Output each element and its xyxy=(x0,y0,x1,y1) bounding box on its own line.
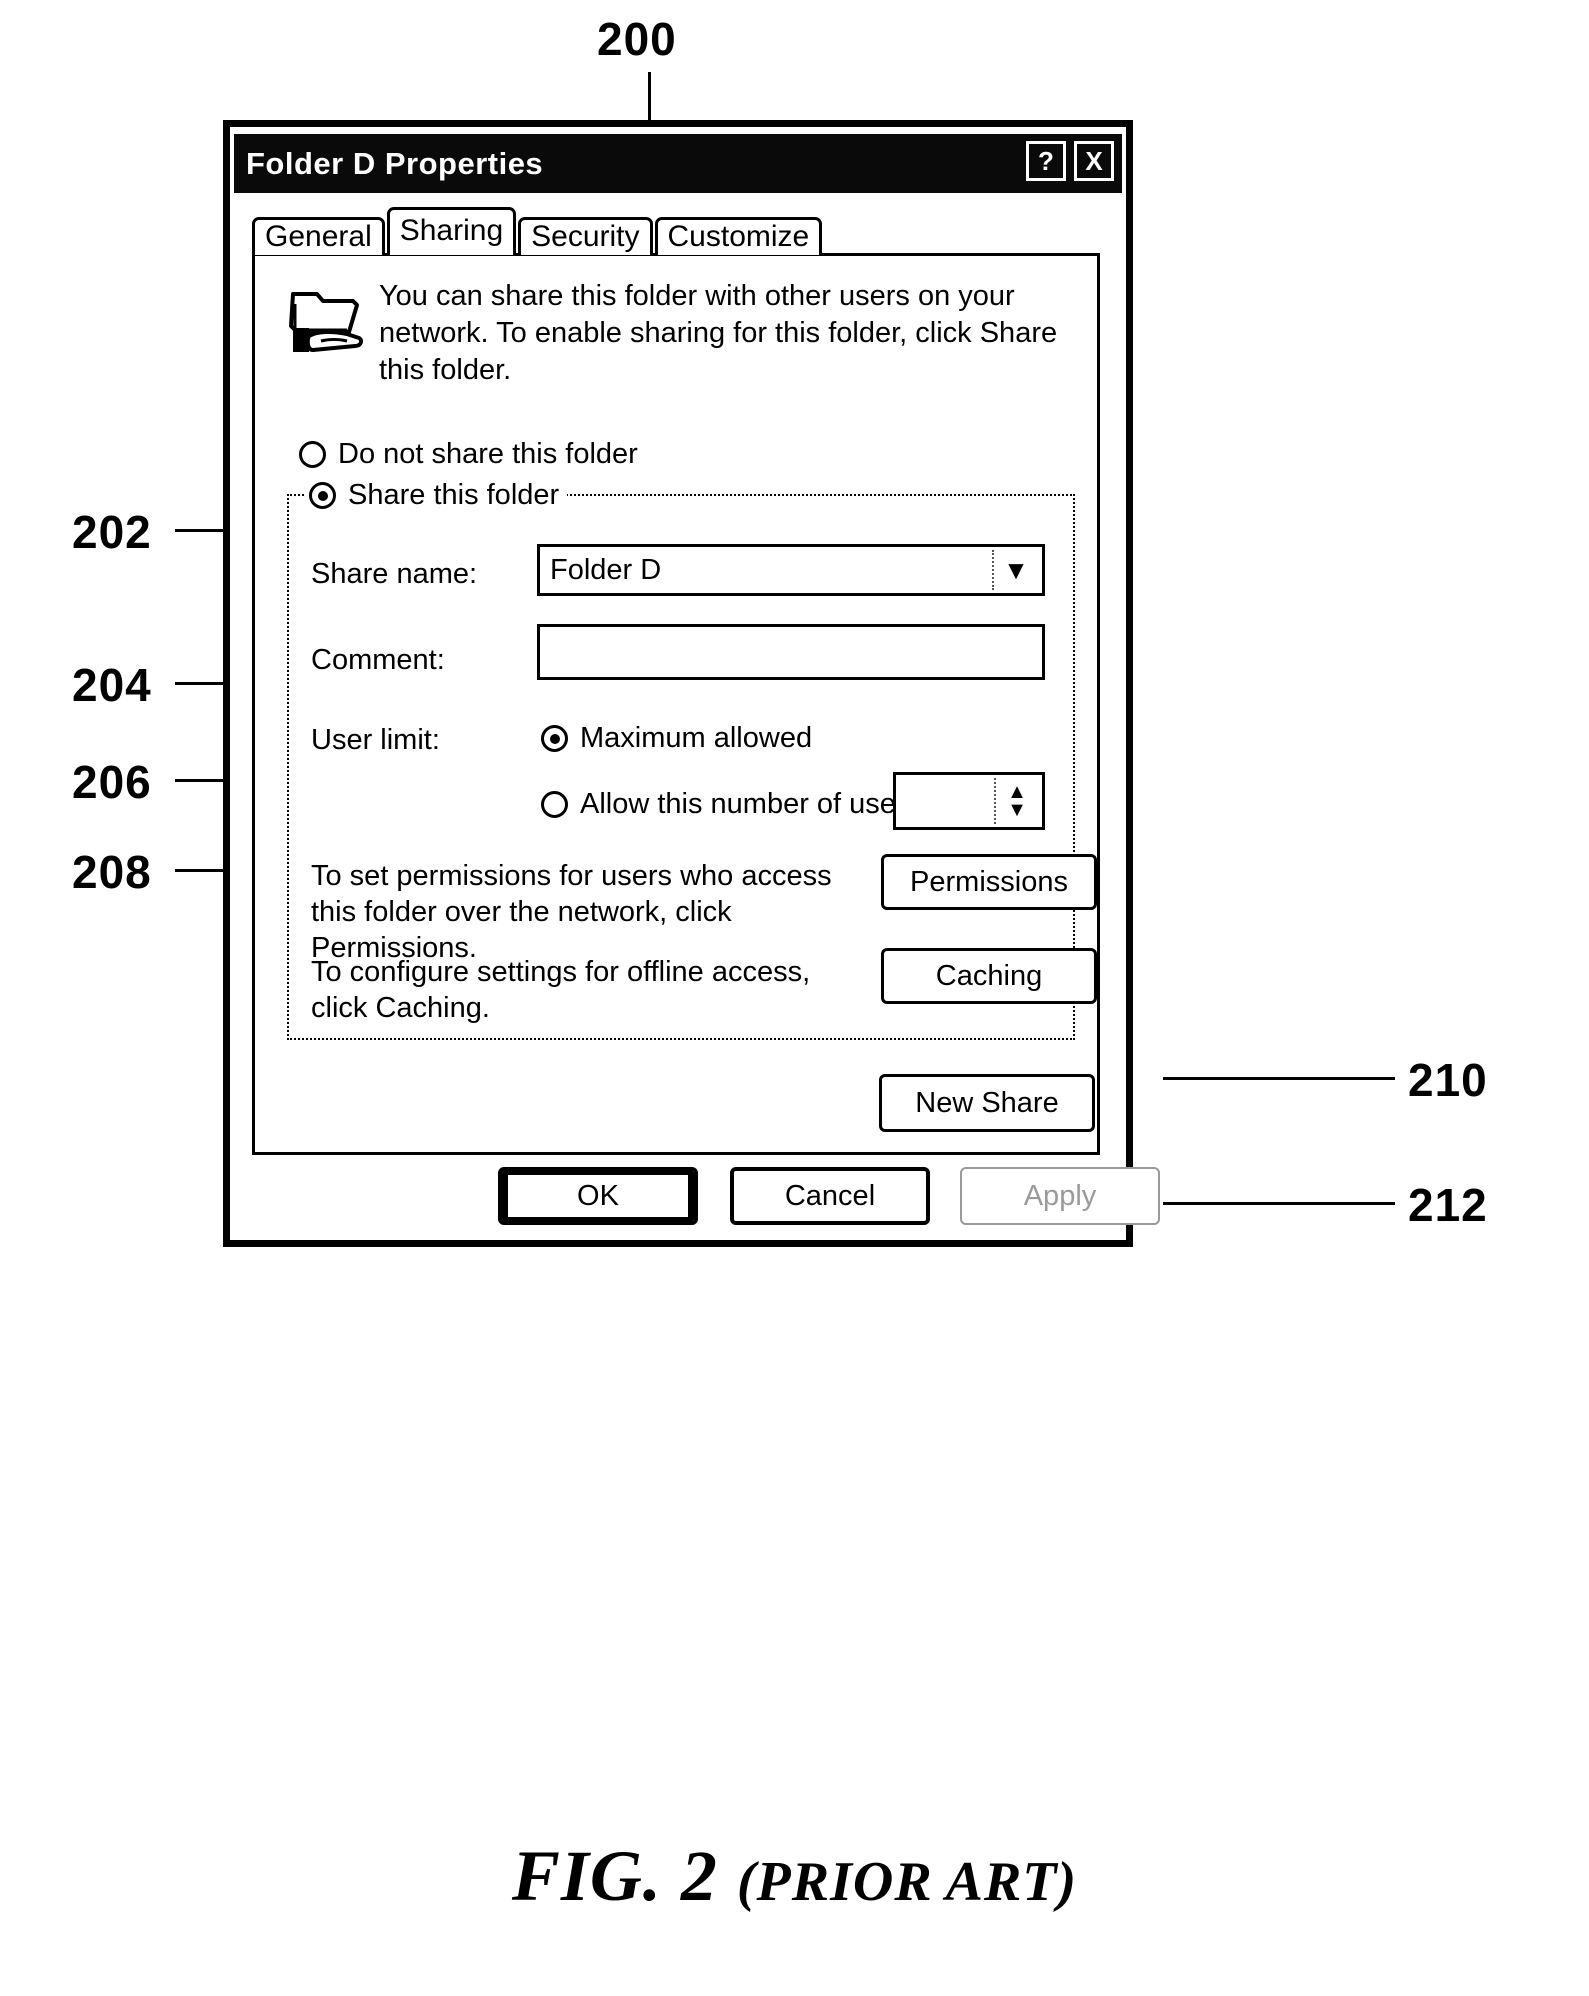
permissions-description: To set permissions for users who access … xyxy=(311,860,832,964)
share-name-value: Folder D xyxy=(550,553,662,586)
ok-button-label: OK xyxy=(505,1171,691,1221)
caching-button[interactable]: Caching xyxy=(881,948,1097,1004)
folder-properties-dialog: Folder D Properties ? X General Sharing … xyxy=(223,120,1160,1247)
callout-204: 204 xyxy=(72,659,152,711)
sharing-header: You can share this folder with other use… xyxy=(287,278,1079,389)
close-icon[interactable]: X xyxy=(1074,141,1114,181)
radio-share-this-folder-icon[interactable] xyxy=(309,482,336,509)
apply-button[interactable]: Apply xyxy=(960,1167,1160,1225)
radio-allow-number-of-users[interactable]: Allow this number of users: xyxy=(541,788,928,821)
tab-strip: General Sharing Security Customize xyxy=(252,207,824,255)
comment-label: Comment: xyxy=(311,644,445,676)
radio-do-not-share-icon[interactable] xyxy=(299,441,326,468)
permissions-button[interactable]: Permissions xyxy=(881,854,1097,910)
ok-button[interactable]: OK xyxy=(498,1167,698,1225)
title-bar-buttons: ? X xyxy=(1026,141,1114,181)
cancel-button[interactable]: Cancel xyxy=(730,1167,930,1225)
title-bar[interactable]: Folder D Properties ? X xyxy=(234,131,1122,193)
window-title: Folder D Properties xyxy=(246,145,544,181)
callout-212: 212 xyxy=(1408,1179,1488,1231)
chevron-down-icon[interactable]: ▼ xyxy=(992,550,1038,590)
share-name-combo[interactable]: Folder D ▼ xyxy=(537,544,1045,596)
callout-200: 200 xyxy=(597,13,677,65)
figure-caption: FIG. 2 (PRIOR ART) xyxy=(0,1835,1589,1918)
spinner-down-icon[interactable]: ▼ xyxy=(1007,800,1027,820)
tab-sharing[interactable]: Sharing xyxy=(386,207,517,255)
radio-share-this-folder[interactable]: Share this folder xyxy=(305,479,568,512)
tab-security[interactable]: Security xyxy=(518,217,653,255)
user-count-stepper[interactable]: ▲ ▼ xyxy=(893,772,1045,830)
share-name-label: Share name: xyxy=(311,558,478,590)
radio-allow-number-of-users-label: Allow this number of users: xyxy=(580,788,929,820)
help-icon[interactable]: ? xyxy=(1026,141,1066,181)
radio-maximum-allowed-icon[interactable] xyxy=(541,725,568,752)
new-share-button[interactable]: New Share xyxy=(879,1074,1095,1132)
radio-allow-number-of-users-icon[interactable] xyxy=(541,791,568,818)
callout-212-leader xyxy=(1163,1202,1395,1205)
sharing-tab-panel: You can share this folder with other use… xyxy=(252,253,1100,1155)
tab-general[interactable]: General xyxy=(252,217,385,255)
radio-do-not-share-label: Do not share this folder xyxy=(338,438,638,470)
figure-caption-main: FIG. 2 xyxy=(511,1836,718,1916)
spinner-arrows-icon[interactable]: ▲ ▼ xyxy=(994,778,1038,824)
radio-maximum-allowed-label: Maximum allowed xyxy=(580,722,813,754)
sharing-description: You can share this folder with other use… xyxy=(379,280,1058,386)
callout-206: 206 xyxy=(72,756,152,808)
figure-caption-suffix: (PRIOR ART) xyxy=(736,1851,1078,1913)
callout-208: 208 xyxy=(72,846,152,898)
callout-202: 202 xyxy=(72,506,152,558)
radio-share-this-folder-label: Share this folder xyxy=(348,479,560,511)
callout-210: 210 xyxy=(1408,1054,1488,1106)
callout-210-leader xyxy=(1163,1077,1395,1080)
radio-maximum-allowed[interactable]: Maximum allowed xyxy=(541,722,812,755)
comment-input[interactable] xyxy=(537,624,1045,680)
shared-folder-icon xyxy=(289,292,364,352)
tab-customize[interactable]: Customize xyxy=(654,217,823,255)
share-this-folder-group: Share this folder Share name: Folder D ▼… xyxy=(287,479,1097,1040)
caching-description: To configure settings for offline access… xyxy=(311,956,811,1024)
user-limit-label: User limit: xyxy=(311,724,440,756)
radio-do-not-share[interactable]: Do not share this folder xyxy=(299,438,638,471)
